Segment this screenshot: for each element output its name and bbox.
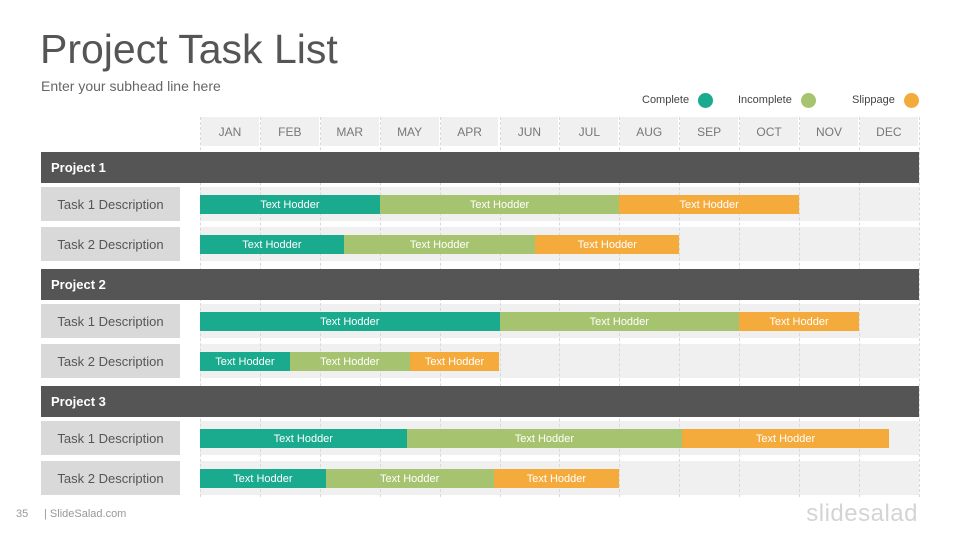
task-label: Task 1 Description bbox=[41, 187, 180, 221]
task-label: Task 2 Description bbox=[41, 461, 180, 495]
bar-segment-complete: Text Hodder bbox=[200, 312, 500, 331]
gantt-chart: JAN FEB MAR MAY APR JUN JUL AUG SEP OCT NOV DEC Task… bbox=[0, 0, 960, 540]
bar-segment-complete: Text Hodder bbox=[200, 235, 344, 254]
bar-segment-slippage: Text Hodder bbox=[535, 235, 680, 254]
month-label: JAN bbox=[201, 117, 259, 146]
bar-segment-slippage: Text Hodder bbox=[493, 469, 620, 488]
bar-segment-complete: Text Hodder bbox=[200, 429, 407, 448]
bar-segment-incomplete: Text Hodder bbox=[343, 235, 536, 254]
bar-segment-incomplete: Text Hodder bbox=[325, 469, 494, 488]
bar-segment-incomplete: Text Hodder bbox=[406, 429, 683, 448]
month-label: MAY bbox=[380, 117, 439, 146]
task-label: Task 2 Description bbox=[41, 227, 180, 261]
month-label: JUN bbox=[500, 117, 559, 146]
month-label: SEP bbox=[680, 117, 739, 146]
bar-segment-incomplete: Text Hodder bbox=[289, 352, 410, 371]
bar-segment-incomplete: Text Hodder bbox=[499, 312, 740, 331]
project-header: Project 3 bbox=[41, 386, 919, 417]
task-label: Task 1 Description bbox=[41, 304, 180, 338]
bar-segment-slippage: Text Hodder bbox=[739, 312, 859, 331]
bar-segment-complete: Text Hodder bbox=[200, 469, 326, 488]
month-label: JUL bbox=[560, 117, 619, 146]
project-header: Project 1 bbox=[41, 152, 919, 183]
month-label: MAR bbox=[320, 117, 379, 146]
bar-segment-complete: Text Hodder bbox=[200, 352, 290, 371]
bar-segment-complete: Text Hodder bbox=[200, 195, 380, 214]
grid-line bbox=[919, 117, 920, 497]
bar-segment-slippage: Text Hodder bbox=[409, 352, 500, 371]
footer-site: | SlideSalad.com bbox=[44, 508, 127, 520]
bar-segment-slippage: Text Hodder bbox=[682, 429, 889, 448]
month-label: FEB bbox=[260, 117, 319, 146]
bar-segment-incomplete: Text Hodder bbox=[379, 195, 620, 214]
month-label: AUG bbox=[620, 117, 679, 146]
project-header: Project 2 bbox=[41, 269, 919, 300]
month-label: DEC bbox=[859, 117, 918, 146]
month-label: NOV bbox=[800, 117, 858, 146]
page-number: 35 bbox=[16, 508, 29, 520]
month-label: OCT bbox=[740, 117, 798, 146]
bar-segment-slippage: Text Hodder bbox=[619, 195, 799, 214]
brand-logo: slidesalad bbox=[806, 500, 918, 527]
month-label: APR bbox=[440, 117, 499, 146]
task-label: Task 1 Description bbox=[41, 421, 180, 455]
task-label: Task 2 Description bbox=[41, 344, 180, 378]
